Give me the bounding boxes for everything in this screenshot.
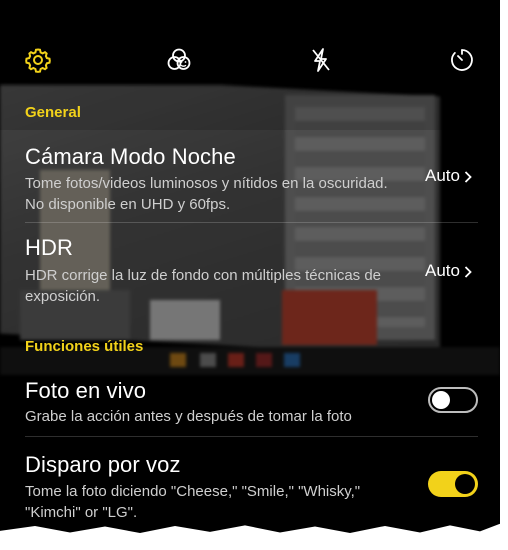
- camera-settings-screen: General Cámara Modo Noche Tome fotos/vid…: [0, 0, 500, 533]
- setting-title: HDR: [25, 235, 73, 260]
- filters-icon[interactable]: [166, 47, 192, 73]
- setting-description: HDR corrige la luz de fondo con múltiple…: [25, 267, 382, 305]
- chevron-right-icon: [464, 265, 472, 278]
- setting-night-mode[interactable]: Cámara Modo Noche Tome fotos/videos lumi…: [0, 135, 500, 222]
- setting-hdr[interactable]: HDR HDR corrige la luz de fondo con múlt…: [0, 225, 500, 315]
- setting-value: Auto: [425, 261, 460, 280]
- divider: [25, 436, 478, 437]
- setting-description: Tome la foto diciendo "Cheese," "Smile,"…: [25, 483, 361, 521]
- section-title-useful: Funciones útiles: [25, 338, 144, 355]
- voice-shot-toggle[interactable]: [428, 471, 478, 497]
- gear-icon[interactable]: [25, 47, 51, 73]
- live-photo-toggle[interactable]: [428, 387, 478, 413]
- setting-description: Grabe la acción antes y después de tomar…: [25, 408, 352, 425]
- timer-icon[interactable]: [449, 47, 475, 73]
- chevron-right-icon: [464, 170, 472, 183]
- setting-title: Foto en vivo: [25, 378, 147, 403]
- setting-live-photo[interactable]: Foto en vivo Grabe la acción antes y des…: [0, 368, 500, 434]
- divider: [25, 222, 478, 223]
- toggle-knob: [432, 391, 450, 409]
- flash-off-icon[interactable]: [308, 47, 334, 73]
- setting-value: Auto: [425, 166, 460, 185]
- setting-title: Disparo por voz: [25, 452, 181, 477]
- section-title-general: General: [25, 104, 81, 121]
- top-toolbar: [0, 35, 500, 85]
- setting-voice-shot[interactable]: Disparo por voz Tome la foto diciendo "C…: [0, 440, 500, 530]
- setting-title: Cámara Modo Noche: [25, 144, 236, 169]
- setting-description: Tome fotos/videos luminosos y nítidos en…: [25, 175, 388, 213]
- toggle-knob: [455, 474, 475, 494]
